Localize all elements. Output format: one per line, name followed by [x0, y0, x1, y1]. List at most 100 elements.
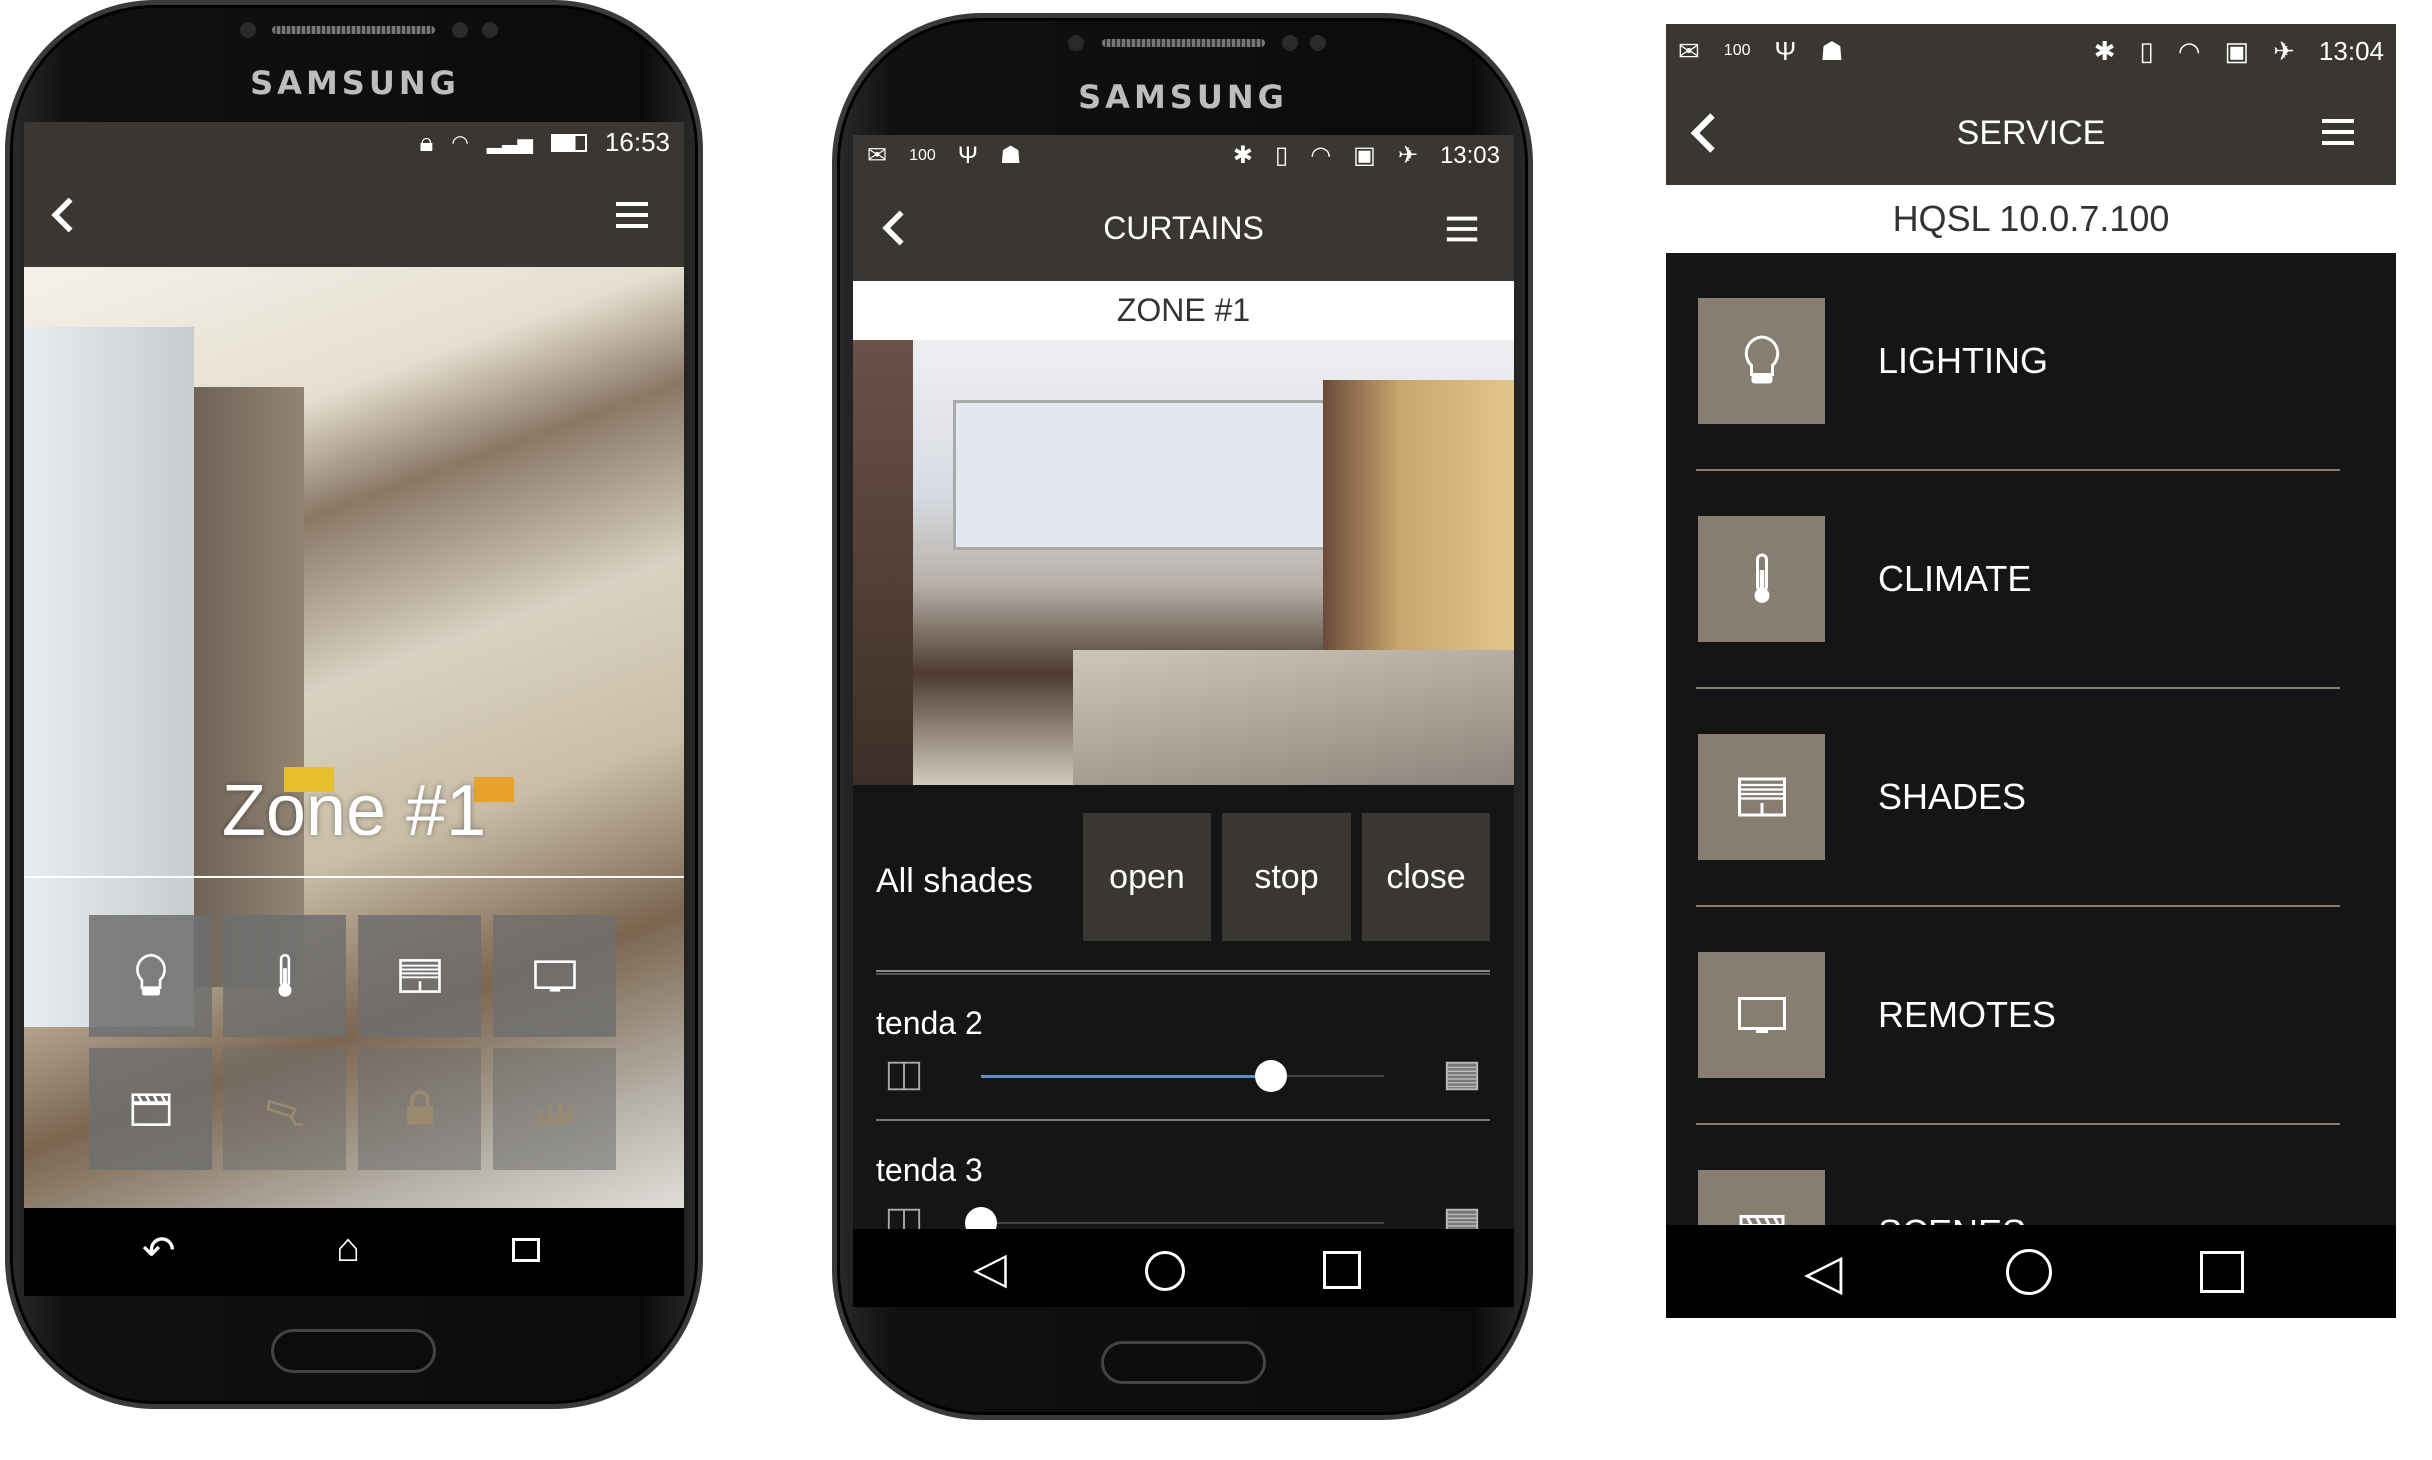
tile-shades[interactable] [358, 915, 481, 1037]
shade-slider[interactable] [965, 1207, 1384, 1239]
tile-camera [223, 1048, 346, 1170]
divider [876, 1119, 1490, 1121]
bluetooth-icon: ✱ [1232, 142, 1253, 169]
divider [876, 970, 1490, 975]
phone-2-screen: ✉ 100 Ψ ☗ ✱ ▯ ◠ ▣ ✈ 13:03 CURTAINS ZONE … [853, 135, 1514, 1307]
service-label: REMOTES [1878, 994, 2057, 1035]
tile-lightbulb[interactable] [89, 915, 212, 1037]
equalizer-icon [529, 1083, 581, 1135]
open-button[interactable]: open [1083, 813, 1211, 941]
usb-icon: Ψ [1774, 35, 1797, 66]
airplane-icon: ✈ [2273, 35, 2295, 66]
camera-icon [259, 1083, 311, 1135]
clapperboard-icon [125, 1083, 177, 1135]
service-tile [1698, 734, 1825, 860]
all-shades-label: All shades [876, 862, 1033, 900]
gmail-icon: ✉ [1678, 35, 1700, 66]
slider-knob[interactable] [1255, 1060, 1288, 1092]
service-screen: ✉ 100 Ψ ☗ ✱ ▯ ◠ ▣ ✈ 13:04 SERVICE HQSL 1… [1666, 24, 2396, 1318]
zone-divider [24, 876, 684, 878]
service-label: SHADES [1878, 776, 2027, 817]
signal-icon: ▂▃▅ [486, 132, 533, 154]
sd-icon: ▣ [2224, 35, 2250, 66]
sensor-dot [240, 22, 256, 38]
close-button[interactable]: close [1362, 813, 1490, 941]
shade-closed-icon[interactable] [1443, 1057, 1481, 1095]
zone-header: ZONE #1 [853, 281, 1514, 340]
back-nav-button[interactable]: ↶ [142, 1228, 176, 1274]
status-time: 13:04 [2318, 35, 2384, 66]
lightbulb-icon [1732, 331, 1792, 391]
nav-bar: ◁ [1666, 1225, 2396, 1318]
sensor-dot [482, 22, 498, 38]
home-nav-button[interactable]: ⌂ [336, 1226, 360, 1271]
wifi-icon: ◠ [1310, 142, 1332, 169]
tile-clapperboard[interactable] [89, 1048, 212, 1170]
brand-logo: SAMSUNG [250, 64, 460, 102]
zone-title: Zone #1 [221, 771, 487, 851]
divider [1696, 1123, 2340, 1125]
recents-nav-button[interactable] [2200, 1251, 2244, 1293]
app-bar [24, 163, 684, 267]
lock-icon [394, 1083, 446, 1135]
recents-nav-button[interactable] [1323, 1251, 1361, 1289]
gmail-icon: ✉ [867, 142, 888, 169]
menu-icon[interactable] [2318, 112, 2358, 152]
service-tile [1698, 952, 1825, 1078]
shades-icon [394, 950, 446, 1002]
sensor-dot [452, 22, 468, 38]
battery-icon [550, 133, 587, 152]
menu-icon[interactable] [612, 195, 652, 235]
nav-bar: ↶ ⌂ [24, 1208, 684, 1296]
home-nav-button[interactable] [1145, 1251, 1185, 1291]
thermometer-icon [1732, 549, 1792, 609]
wifi-icon: ◠ [2177, 35, 2201, 66]
lightbulb-icon [125, 950, 177, 1002]
page-title: SERVICE [1956, 114, 2106, 152]
status-time: 16:53 [604, 127, 670, 157]
home-hardware-button[interactable] [1101, 1341, 1266, 1384]
stop-button[interactable]: stop [1222, 813, 1351, 941]
vibrate-icon: ▯ [1274, 142, 1289, 169]
status-bar: 🔒︎ ◠ ▂▃▅ 16:53 [24, 122, 684, 163]
home-nav-button[interactable] [2006, 1249, 2052, 1295]
host-label: HQSL 10.0.7.100 [1666, 185, 2396, 253]
menu-icon[interactable] [1443, 210, 1481, 248]
tile-thermometer[interactable] [223, 915, 346, 1037]
sensor-dot [1068, 35, 1084, 51]
speaker-grille [272, 26, 435, 34]
status-bar: ✉ 100 Ψ ☗ ✱ ▯ ◠ ▣ ✈ 13:04 [1666, 24, 2396, 78]
notification-icon: 100 [909, 146, 936, 164]
thermometer-icon [259, 950, 311, 1002]
sd-icon: ▣ [1353, 142, 1376, 169]
speaker-grille [1102, 39, 1265, 47]
home-hardware-button[interactable] [271, 1329, 436, 1373]
bluetooth-icon: ✱ [2093, 35, 2116, 66]
shade-slider[interactable] [981, 1060, 1384, 1092]
service-label: CLIMATE [1878, 558, 2032, 599]
notification-icon: 100 [1723, 42, 1751, 59]
vibrate-icon: ▯ [2139, 35, 2154, 66]
android-debug-icon: ☗ [1820, 35, 1844, 66]
back-icon[interactable] [42, 193, 86, 237]
app-bar: CURTAINS [853, 176, 1514, 281]
slider-fill [981, 1075, 1272, 1078]
lock-icon: 🔒︎ [419, 126, 434, 157]
back-nav-button[interactable]: ◁ [1804, 1243, 1842, 1301]
status-time: 13:03 [1439, 141, 1500, 169]
tv-icon [529, 950, 581, 1002]
nav-bar: ◁ [853, 1229, 1514, 1307]
shade-name: tenda 2 [876, 1005, 983, 1041]
recents-nav-button[interactable] [512, 1238, 540, 1262]
phone-1-screen: 🔒︎ ◠ ▂▃▅ 16:53 Zone #1 ↶ ⌂ [24, 122, 684, 1296]
divider [1696, 469, 2340, 471]
shade-open-icon[interactable] [885, 1057, 923, 1095]
brand-logo: SAMSUNG [1078, 78, 1288, 116]
room-photo [853, 340, 1514, 785]
shades-icon [1732, 767, 1792, 827]
back-nav-button[interactable]: ◁ [973, 1243, 1007, 1294]
sensor-dot [1310, 35, 1326, 51]
shade-name: tenda 3 [876, 1152, 983, 1188]
service-label: LIGHTING [1878, 340, 2049, 381]
tile-tv[interactable] [493, 915, 616, 1037]
